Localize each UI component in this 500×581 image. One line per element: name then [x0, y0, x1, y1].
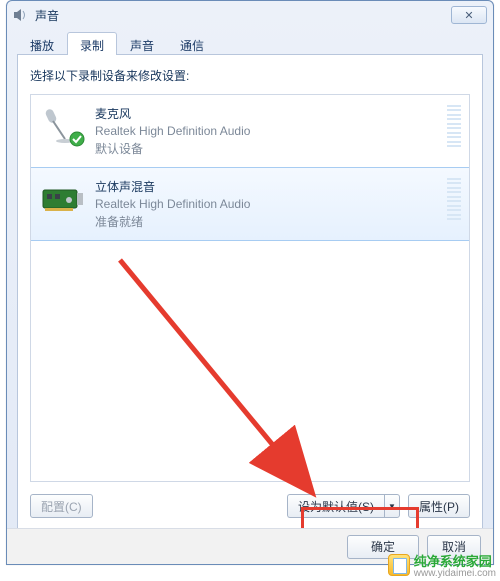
tab-panel-recording: 选择以下录制设备来修改设置: 麦克风 Realt [17, 55, 483, 551]
properties-button[interactable]: 属性(P) [408, 494, 470, 518]
tab-sounds[interactable]: 声音 [117, 32, 167, 57]
close-icon: ✕ [464, 9, 473, 22]
dialog-title: 声音 [35, 7, 59, 24]
chevron-down-icon: ▼ [388, 502, 396, 511]
device-driver: Realtek High Definition Audio [95, 197, 441, 211]
device-name: 立体声混音 [95, 178, 441, 195]
set-default-split-button: 设为默认值(S) ▼ [287, 494, 400, 518]
watermark: 纯净系统家园 www.yidaimei.com [388, 551, 496, 579]
level-meter [447, 178, 461, 220]
device-list[interactable]: 麦克风 Realtek High Definition Audio 默认设备 [30, 94, 470, 482]
tab-playback[interactable]: 播放 [17, 32, 67, 57]
tab-strip: 播放 录制 声音 通信 [17, 31, 483, 55]
instruction-text: 选择以下录制设备来修改设置: [30, 67, 470, 84]
watermark-icon [388, 554, 410, 576]
tab-recording[interactable]: 录制 [67, 32, 117, 57]
device-status: 准备就绪 [95, 213, 441, 230]
close-button[interactable]: ✕ [451, 6, 487, 24]
set-default-button[interactable]: 设为默认值(S) [287, 494, 384, 518]
device-name: 麦克风 [95, 105, 441, 122]
speaker-icon [13, 7, 29, 23]
level-meter [447, 105, 461, 147]
set-default-dropdown[interactable]: ▼ [384, 494, 400, 518]
device-driver: Realtek High Definition Audio [95, 124, 441, 138]
microphone-icon [39, 105, 87, 145]
watermark-text: 纯净系统家园 [414, 554, 492, 569]
device-row-microphone[interactable]: 麦克风 Realtek High Definition Audio 默认设备 [31, 95, 469, 168]
soundcard-icon [39, 178, 87, 218]
panel-button-row: 配置(C) 设为默认值(S) ▼ 属性(P) [30, 494, 470, 518]
configure-button[interactable]: 配置(C) [30, 494, 93, 518]
device-row-stereo-mix[interactable]: 立体声混音 Realtek High Definition Audio 准备就绪 [30, 167, 470, 241]
tab-communications[interactable]: 通信 [167, 32, 217, 57]
titlebar[interactable]: 声音 ✕ [7, 1, 493, 29]
sound-dialog: 声音 ✕ 播放 录制 声音 通信 选择以下录制设备来修改设置: [6, 0, 494, 565]
device-status: 默认设备 [95, 140, 441, 157]
watermark-url: www.yidaimei.com [414, 568, 496, 579]
